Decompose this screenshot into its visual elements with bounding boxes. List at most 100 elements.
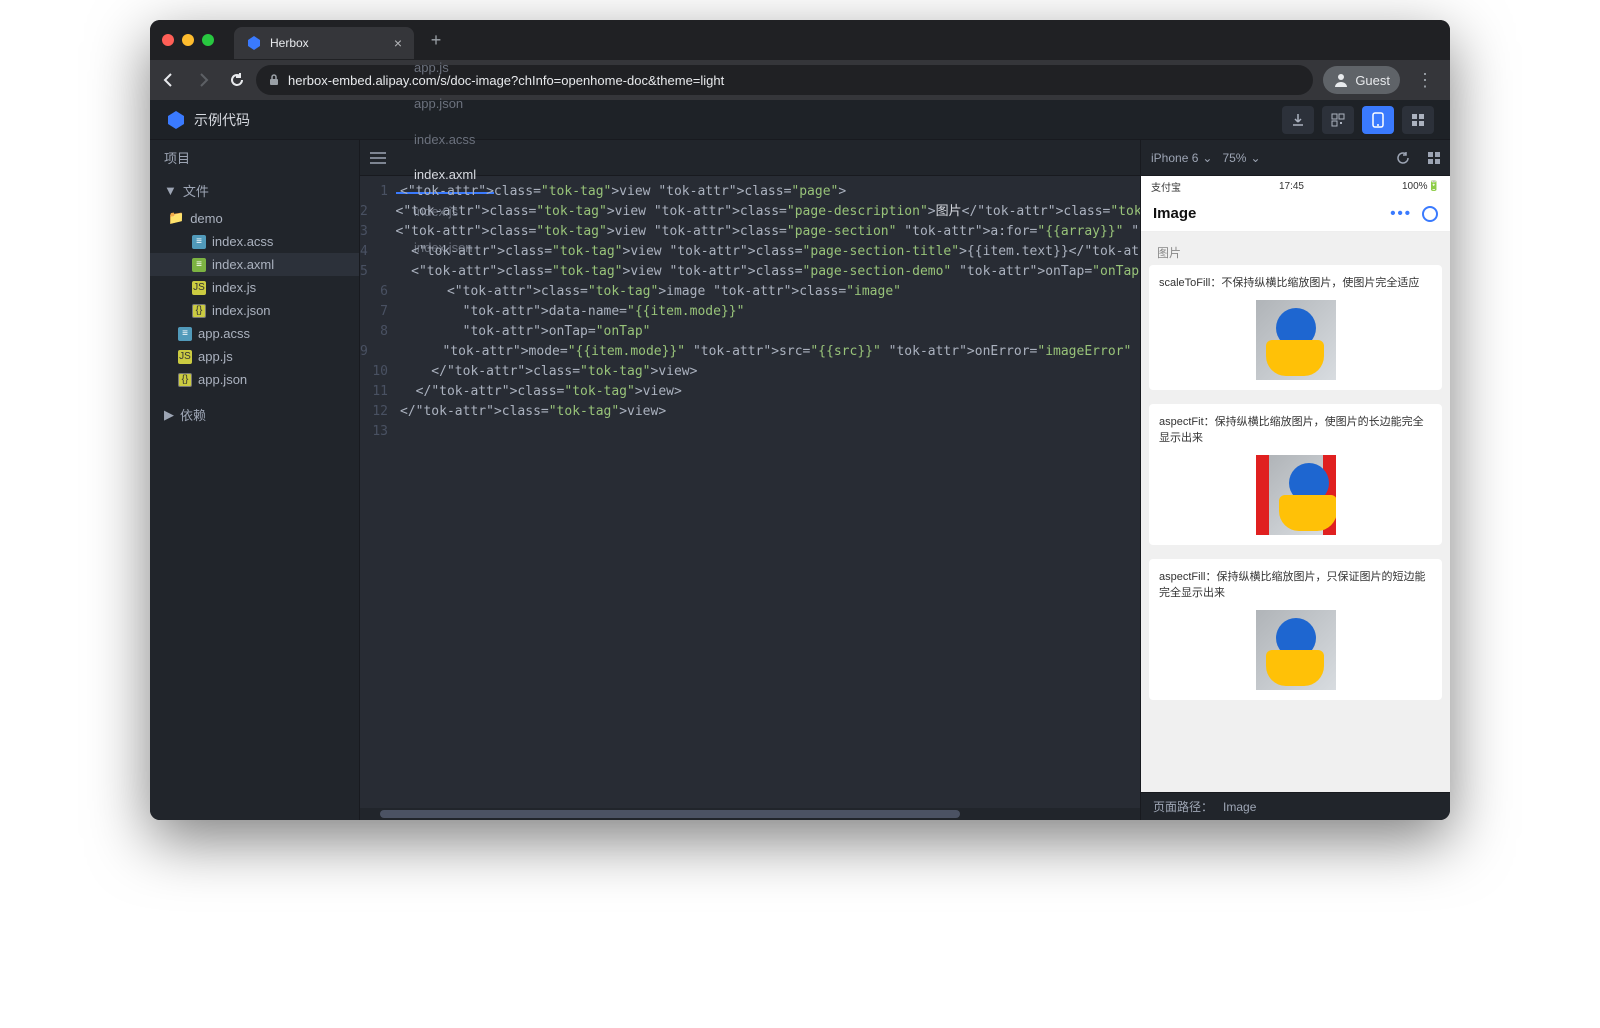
- example-image: [1256, 300, 1336, 380]
- zoom-selector[interactable]: 75% ⌄: [1222, 151, 1260, 165]
- file-name: app.json: [198, 372, 247, 387]
- hamburger-menu-button[interactable]: [360, 152, 396, 164]
- refresh-icon[interactable]: [1422, 206, 1438, 222]
- file-item-app-js[interactable]: JS app.js: [150, 345, 359, 368]
- person-icon: [1333, 72, 1349, 88]
- code-line: 10 </"tok-attr">class="tok-tag">view>: [360, 362, 1140, 382]
- url-text: herbox-embed.alipay.com/s/doc-image?chIn…: [288, 73, 724, 88]
- card-label: aspectFit：保持纵横比缩放图片，使图片的长边能完全显示出来: [1159, 414, 1432, 447]
- device-frame: 支付宝 17:45 100%🔋 Image ••• 图片 scaleToFill…: [1141, 176, 1450, 792]
- app-window: Herbox × + herbox-embed.alipay.com/s/doc…: [150, 20, 1450, 820]
- close-window-button[interactable]: [162, 34, 174, 46]
- code-line: 12</"tok-attr">class="tok-tag">view>: [360, 402, 1140, 422]
- guest-label: Guest: [1355, 73, 1390, 88]
- json-file-icon: {}: [178, 373, 192, 387]
- file-name: index.json: [212, 303, 271, 318]
- folder-demo[interactable]: 📁 demo: [150, 206, 359, 230]
- code-line: 13: [360, 422, 1140, 442]
- folder-name: demo: [190, 211, 223, 226]
- code-editor[interactable]: 1<"tok-attr">class="tok-tag">view "tok-a…: [360, 176, 1140, 808]
- favicon: [246, 35, 262, 51]
- chevron-right-icon: ▶: [164, 407, 174, 423]
- code-line: 9 "tok-attr">mode="{{item.mode}}" "tok-a…: [360, 342, 1140, 362]
- sidebar-header: 项目: [150, 140, 359, 175]
- example-image: [1256, 610, 1336, 690]
- minimize-window-button[interactable]: [182, 34, 194, 46]
- preview-card: aspectFit：保持纵横比缩放图片，使图片的长边能完全显示出来: [1149, 404, 1442, 545]
- js-file-icon: JS: [178, 350, 192, 364]
- ide-header: 示例代码: [150, 100, 1450, 140]
- horizontal-scrollbar[interactable]: [360, 808, 1140, 820]
- preview-panel: iPhone 6 ⌄ 75% ⌄ 支付宝 17:45 100%🔋 I: [1140, 140, 1450, 820]
- section-title: 图片: [1149, 240, 1442, 265]
- ide-title: 示例代码: [194, 110, 250, 130]
- ide-logo-icon: [166, 110, 186, 130]
- code-line: 7 "tok-attr">data-name="{{item.mode}}": [360, 302, 1140, 322]
- tab-app-json[interactable]: app.json: [396, 86, 494, 122]
- nav-title: Image: [1153, 205, 1196, 222]
- maximize-window-button[interactable]: [202, 34, 214, 46]
- phone-preview-button[interactable]: [1362, 106, 1394, 134]
- code-line: 4 <"tok-attr">class="tok-tag">view "tok-…: [360, 242, 1140, 262]
- page-path-label: 页面路径：: [1153, 798, 1213, 815]
- chevron-down-icon: ⌄: [1250, 151, 1260, 165]
- close-tab-icon[interactable]: ×: [394, 35, 402, 51]
- grid-icon[interactable]: [1428, 152, 1440, 164]
- zoom-level: 75%: [1222, 151, 1246, 165]
- axml-file-icon: ≡: [192, 258, 206, 272]
- file-tree: 📁 demo ≡ index.acss ≡index.axml JS index.js {…: [150, 206, 359, 391]
- tab-app-js[interactable]: app.js: [396, 50, 494, 86]
- acss-file-icon: ≡: [178, 327, 192, 341]
- browser-url-bar: herbox-embed.alipay.com/s/doc-image?chIn…: [150, 60, 1450, 100]
- code-line: 3 <"tok-attr">class="tok-tag">view "tok-…: [360, 222, 1140, 242]
- sidebar-section-files[interactable]: ▼ 文件: [150, 175, 359, 206]
- code-line: 5 <"tok-attr">class="tok-tag">view "tok-…: [360, 262, 1140, 282]
- file-item-app-acss[interactable]: ≡app.acss: [150, 322, 359, 345]
- grid-button[interactable]: [1402, 106, 1434, 134]
- tab-index-acss[interactable]: index.acss: [396, 122, 494, 158]
- code-line: 1<"tok-attr">class="tok-tag">view "tok-a…: [360, 182, 1140, 202]
- js-file-icon: JS: [192, 281, 206, 295]
- file-name: index.acss: [212, 234, 273, 249]
- editor-area: app.jsapp.jsonindex.acssindex.axmlindex.…: [360, 140, 1140, 820]
- example-image: [1256, 455, 1336, 535]
- tab-title: Herbox: [270, 36, 309, 50]
- acss-file-icon: ≡: [192, 235, 206, 249]
- file-item-index-acss[interactable]: ≡ index.acss: [150, 230, 359, 253]
- window-controls: [162, 34, 214, 46]
- back-button[interactable]: [160, 71, 178, 89]
- preview-card: scaleToFill：不保持纵横比缩放图片，使图片完全适应: [1149, 265, 1442, 390]
- editor-tabs: app.jsapp.jsonindex.acssindex.axmlindex.…: [360, 140, 1140, 176]
- device-content[interactable]: 图片 scaleToFill：不保持纵横比缩放图片，使图片完全适应 aspectF…: [1141, 232, 1450, 792]
- code-line: 8 "tok-attr">onTap="onTap": [360, 322, 1140, 342]
- time-text: 17:45: [1279, 181, 1304, 192]
- file-item-index-axml[interactable]: ≡index.axml: [150, 253, 359, 276]
- file-name: app.js: [198, 349, 233, 364]
- file-item-app-json[interactable]: {} app.json: [150, 368, 359, 391]
- sidebar-section-deps[interactable]: ▶ 依赖: [150, 399, 359, 430]
- file-name: index.js: [212, 280, 256, 295]
- reload-button[interactable]: [228, 71, 246, 89]
- more-icon[interactable]: •••: [1390, 205, 1412, 222]
- page-path-value: Image: [1223, 800, 1256, 814]
- qrcode-button[interactable]: [1322, 106, 1354, 134]
- forward-button[interactable]: [194, 71, 212, 89]
- chevron-down-icon: ⌄: [1202, 151, 1212, 165]
- device-status-bar: 支付宝 17:45 100%🔋: [1141, 176, 1450, 196]
- json-file-icon: {}: [192, 304, 206, 318]
- refresh-preview-button[interactable]: [1396, 151, 1410, 165]
- browser-tab[interactable]: Herbox ×: [234, 27, 414, 59]
- device-selector[interactable]: iPhone 6 ⌄: [1151, 151, 1212, 165]
- file-item-index-json[interactable]: {} index.json: [150, 299, 359, 322]
- preview-toolbar: iPhone 6 ⌄ 75% ⌄: [1141, 140, 1450, 176]
- preview-footer: 页面路径： Image: [1141, 792, 1450, 820]
- file-item-index-js[interactable]: JS index.js: [150, 276, 359, 299]
- browser-menu-button[interactable]: ⋮: [1410, 70, 1440, 91]
- chevron-down-icon: ▼: [164, 183, 177, 198]
- download-button[interactable]: [1282, 106, 1314, 134]
- code-line: 2 <"tok-attr">class="tok-tag">view "tok-…: [360, 202, 1140, 222]
- code-line: 6 <"tok-attr">class="tok-tag">image "tok…: [360, 282, 1140, 302]
- card-label: aspectFill：保持纵横比缩放图片，只保证图片的短边能完全显示出来: [1159, 569, 1432, 602]
- sidebar: 项目 ▼ 文件 📁 demo ≡ index.acss ≡index.axml JS i…: [150, 140, 360, 820]
- profile-button[interactable]: Guest: [1323, 66, 1400, 94]
